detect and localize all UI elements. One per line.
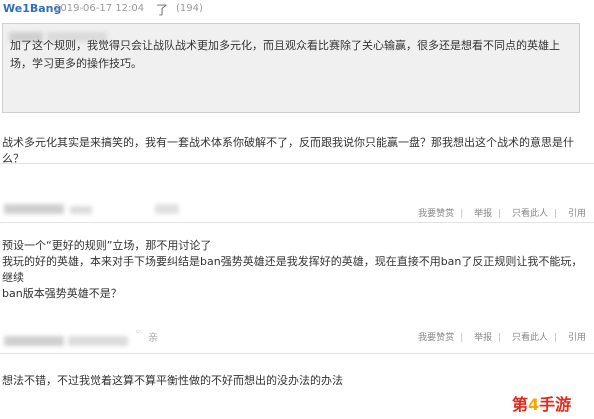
post-username[interactable]: We1Bang: [3, 2, 61, 15]
divider: [0, 163, 594, 164]
divider: [0, 222, 594, 223]
speech-bubble-icon: ◦: [135, 327, 141, 338]
comment-line: 预设一个“更好的规则”立场，那不用讨论了: [2, 239, 212, 252]
post-timestamp: 2019-06-17 12:04: [54, 3, 145, 14]
kiss-tag: 亲: [148, 333, 158, 344]
site-logo: 第4手游: [512, 395, 572, 414]
post-header: We1Bang 2019-06-17 12:04 了 (194): [0, 0, 594, 20]
blurred-comment-meta2: [155, 204, 179, 214]
comment-body: 预设一个“更好的规则”立场，那不用讨论了 我玩的好的英雄，本来对手下场要纠结是b…: [2, 238, 587, 302]
blurred-comment-author: [4, 204, 64, 214]
comment-actions: 我要赞赏 | 举报 | 只看此人 | 引用: [418, 333, 586, 343]
comment-body: 想法不错，不过我觉着这算不算平衡性做的不好而想出的没办法的办法: [2, 374, 343, 387]
comment-actions: 我要赞赏 | 举报 | 只看此人 | 引用: [418, 209, 586, 219]
blurred-comment-author: [4, 336, 64, 346]
quote-text: 加了这个规则，我觉得只会让战队战术更加多元化，而且观众看比赛除了关心输赢，很多还…: [10, 39, 560, 70]
quote-button[interactable]: 引用: [568, 209, 586, 219]
comment-line: ban版本强势英雄不是？: [2, 287, 122, 300]
post-mark: 了: [156, 3, 169, 17]
only-this-user-button[interactable]: 只看此人: [512, 333, 548, 343]
blurred-comment-meta: [70, 206, 92, 214]
appreciate-button[interactable]: 我要赞赏: [418, 333, 454, 343]
reply-text: 战术多元化其实是来搞笑的，我有一套战术体系你破解不了，反而跟我说你只能赢一盘？那…: [2, 136, 574, 165]
report-button[interactable]: 举报: [474, 209, 492, 219]
only-this-user-button[interactable]: 只看此人: [512, 209, 548, 219]
divider: [0, 353, 594, 354]
comment-line: 我玩的好的英雄，本来对手下场要纠结是ban强势英雄还是我发挥好的英雄，现在直接不…: [2, 255, 583, 284]
post-count: (194): [176, 3, 203, 14]
quote-button[interactable]: 引用: [568, 333, 586, 343]
appreciate-button[interactable]: 我要赞赏: [418, 209, 454, 219]
report-button[interactable]: 举报: [474, 333, 492, 343]
blurred-comment-meta: [68, 336, 128, 346]
